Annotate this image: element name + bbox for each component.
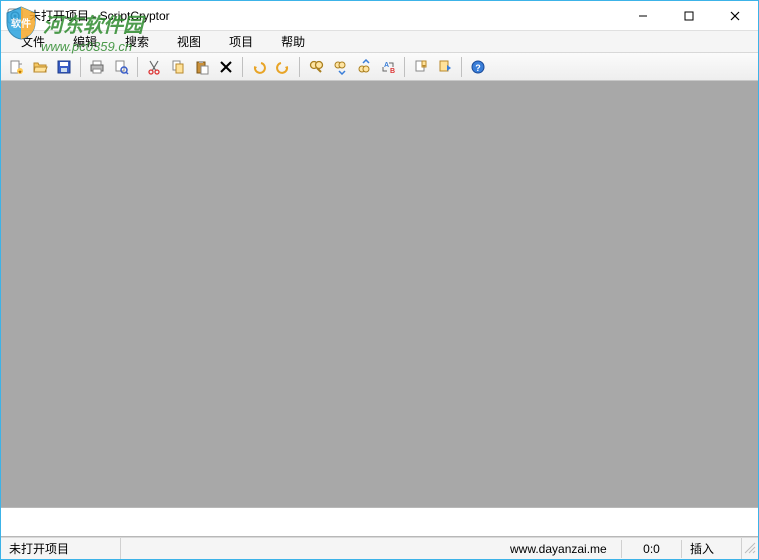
window-title: 未打开项目 - ScriptCryptor (29, 7, 620, 24)
bookmark-next-button[interactable] (434, 56, 456, 78)
print-preview-button[interactable] (110, 56, 132, 78)
bookmark-toggle-button[interactable] (410, 56, 432, 78)
find-next-button[interactable] (329, 56, 351, 78)
delete-icon (218, 59, 234, 75)
toolbar-separator (461, 57, 462, 77)
cut-button[interactable] (143, 56, 165, 78)
status-bar: 未打开项目 www.dayanzai.me 0:0 插入 (1, 537, 758, 559)
menu-search[interactable]: 搜索 (111, 31, 163, 52)
redo-button[interactable] (272, 56, 294, 78)
find-next-icon (332, 59, 348, 75)
paste-icon (194, 59, 210, 75)
menu-help[interactable]: 帮助 (267, 31, 319, 52)
toolbar: ★ AB (1, 53, 758, 81)
menu-file[interactable]: 文件 (7, 31, 59, 52)
svg-text:?: ? (475, 63, 481, 73)
find-prev-button[interactable] (353, 56, 375, 78)
workspace-area (1, 81, 758, 507)
new-file-button[interactable]: ★ (5, 56, 27, 78)
open-folder-icon (32, 59, 48, 75)
find-prev-icon (356, 59, 372, 75)
status-mode: 插入 (682, 538, 742, 559)
save-icon (56, 59, 72, 75)
menu-bar: 文件 编辑 搜索 视图 项目 帮助 (1, 31, 758, 53)
status-project: 未打开项目 (1, 538, 121, 559)
toolbar-separator (404, 57, 405, 77)
redo-icon (275, 59, 291, 75)
print-icon (89, 59, 105, 75)
status-url: www.dayanzai.me (502, 540, 622, 558)
menu-view[interactable]: 视图 (163, 31, 215, 52)
menu-edit[interactable]: 编辑 (59, 31, 111, 52)
bookmark-next-icon (437, 59, 453, 75)
minimize-button[interactable] (620, 1, 666, 31)
app-icon (7, 8, 23, 24)
undo-icon (251, 59, 267, 75)
maximize-button[interactable] (666, 1, 712, 31)
toolbar-separator (137, 57, 138, 77)
find-icon (308, 59, 324, 75)
svg-text:★: ★ (18, 69, 23, 75)
copy-icon (170, 59, 186, 75)
toolbar-separator (80, 57, 81, 77)
title-bar: 未打开项目 - ScriptCryptor (1, 1, 758, 31)
menu-project[interactable]: 项目 (215, 31, 267, 52)
save-button[interactable] (53, 56, 75, 78)
output-panel (1, 507, 758, 537)
find-button[interactable] (305, 56, 327, 78)
copy-button[interactable] (167, 56, 189, 78)
cut-icon (146, 59, 162, 75)
toolbar-separator (299, 57, 300, 77)
about-button[interactable]: ? (467, 56, 489, 78)
toolbar-separator (242, 57, 243, 77)
replace-button[interactable]: AB (377, 56, 399, 78)
new-file-icon: ★ (8, 59, 24, 75)
close-button[interactable] (712, 1, 758, 31)
svg-text:B: B (390, 68, 395, 75)
replace-icon: AB (380, 59, 396, 75)
bookmark-toggle-icon (413, 59, 429, 75)
open-button[interactable] (29, 56, 51, 78)
status-position: 0:0 (622, 540, 682, 558)
about-icon: ? (470, 59, 486, 75)
delete-button[interactable] (215, 56, 237, 78)
print-preview-icon (113, 59, 129, 75)
undo-button[interactable] (248, 56, 270, 78)
resize-grip[interactable] (742, 540, 758, 557)
paste-button[interactable] (191, 56, 213, 78)
svg-text:A: A (384, 62, 389, 69)
print-button[interactable] (86, 56, 108, 78)
